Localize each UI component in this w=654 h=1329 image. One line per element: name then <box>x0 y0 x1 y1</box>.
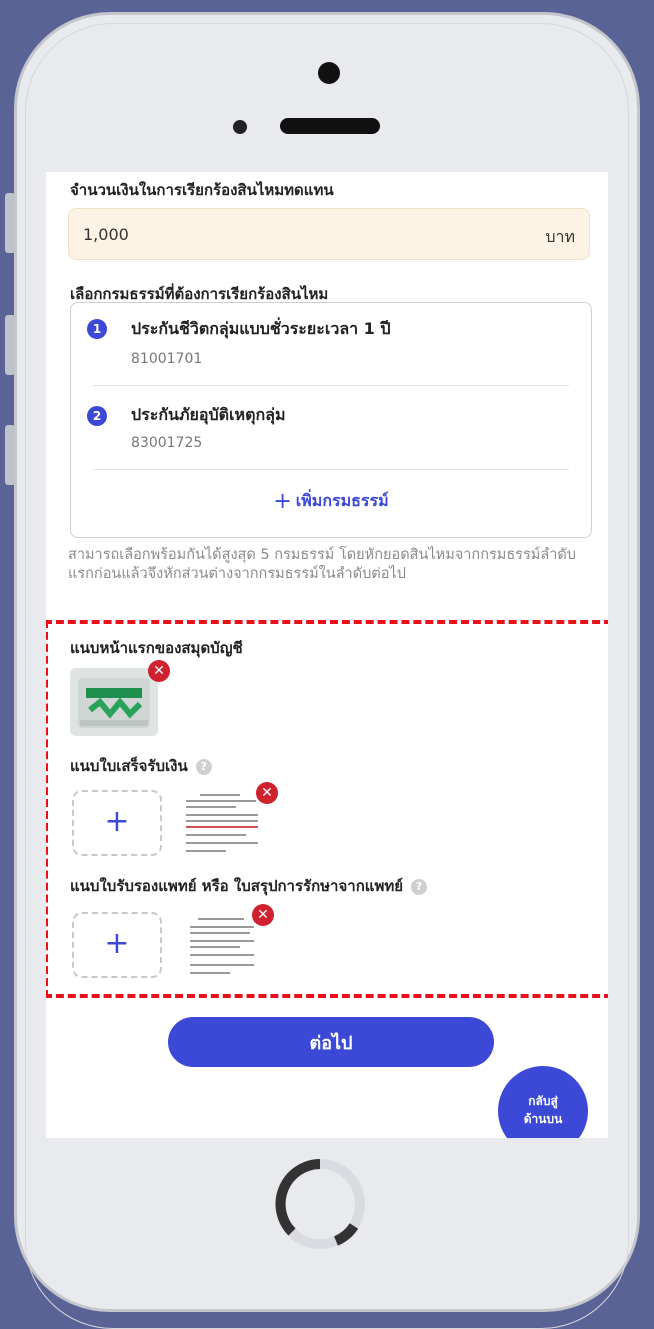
amount-unit: บาท <box>545 227 575 246</box>
bankbook-thumbnail[interactable] <box>70 668 158 736</box>
receipt-label-text: แนบใบเสร็จรับเงิน <box>70 757 188 775</box>
policy-code: 83001725 <box>131 435 203 451</box>
side-button <box>5 315 15 375</box>
add-policy-label: เพิ่มกรมธรรม์ <box>295 491 389 510</box>
medical-label: แนบใบรับรองแพทย์ หรือ ใบสรุปการรักษาจากแ… <box>70 874 428 898</box>
amount-value: 1,000 <box>83 225 129 244</box>
app-screen: จำนวนเงินในการเรียกร้องสินไหมทดแทน 1,000… <box>46 172 608 1138</box>
policy-name: ประกันชีวิตกลุ่มแบบชั่วระยะเวลา 1 ปี <box>131 319 391 338</box>
add-receipt-button[interactable]: + <box>72 790 162 856</box>
help-icon[interactable]: ? <box>195 759 212 775</box>
add-medical-button[interactable]: + <box>72 912 162 978</box>
policy-number-badge: 2 <box>87 406 107 426</box>
amount-label: จำนวนเงินในการเรียกร้องสินไหมทดแทน <box>70 181 334 199</box>
loading-spinner <box>275 1159 365 1249</box>
receipt-thumbnail[interactable] <box>178 790 266 858</box>
divider <box>93 385 569 386</box>
attachments-highlight: แนบหน้าแรกของสมุดบัญชี ✕ แนบใบเสร็จรับเง… <box>46 620 608 998</box>
amount-field[interactable]: 1,000 บาท <box>68 208 590 260</box>
back-to-top-button[interactable]: กลับสู่ ด้านบน <box>498 1066 588 1138</box>
medical-label-text: แนบใบรับรองแพทย์ หรือ ใบสรุปการรักษาจากแ… <box>70 877 404 895</box>
remove-bankbook-icon[interactable]: ✕ <box>148 660 170 682</box>
policy-list: 1 ประกันชีวิตกลุ่มแบบชั่วระยะเวลา 1 ปี 8… <box>70 302 592 538</box>
policy-limit-note: สามารถเลือกพร้อมกันได้สูงสุด 5 กรมธรรม์ … <box>68 547 576 582</box>
side-button <box>5 425 15 485</box>
back-to-top-line1: กลับสู่ <box>528 1094 558 1108</box>
remove-medical-icon[interactable]: ✕ <box>252 904 274 926</box>
next-button[interactable]: ต่อไป <box>168 1017 494 1067</box>
back-to-top-line2: ด้านบน <box>523 1112 563 1126</box>
medical-thumbnail[interactable] <box>184 914 260 980</box>
policy-number-badge: 1 <box>87 319 107 339</box>
policy-name: ประกันภัยอุบัติเหตุกลุ่ม <box>131 405 286 424</box>
proximity-sensor <box>233 120 247 134</box>
help-icon[interactable]: ? <box>411 879 428 895</box>
remove-receipt-icon[interactable]: ✕ <box>256 782 278 804</box>
earpiece-speaker <box>280 118 380 134</box>
policy-code: 81001701 <box>131 351 203 367</box>
bankbook-label: แนบหน้าแรกของสมุดบัญชี <box>70 639 243 657</box>
bankbook-image <box>70 668 158 736</box>
add-policy-button[interactable]: + เพิ่มกรมธรรม์ <box>71 489 591 514</box>
front-camera <box>318 62 340 84</box>
divider <box>93 469 569 470</box>
receipt-label: แนบใบเสร็จรับเงิน? <box>70 754 212 778</box>
plus-icon: + <box>273 489 292 514</box>
side-button <box>5 193 15 253</box>
